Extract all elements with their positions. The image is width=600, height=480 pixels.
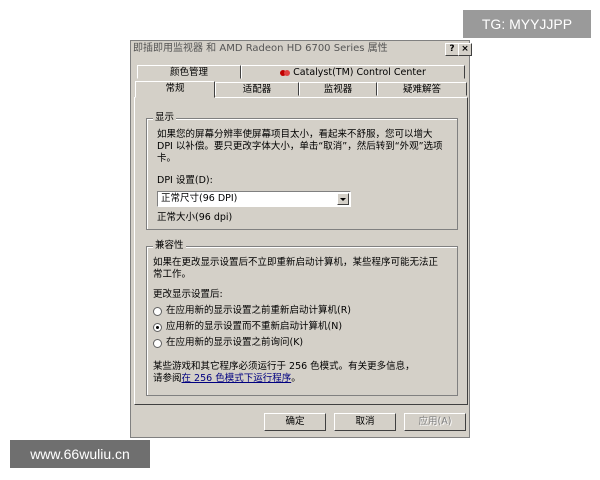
compatibility-description: 如果在更改显示设置后不立即重新启动计算机，某些程序可能无法正常工作。 [153,257,439,280]
dpi-selected-value: 正常尺寸(96 DPI) [161,193,238,204]
footer-prefix: 请参阅 [153,373,182,384]
display-group: 显示 如果您的屏幕分辨率使屏幕项目太小，看起来不舒服，您可以增大 DPI 以补偿… [146,112,458,230]
cancel-button[interactable]: 取消 [334,413,396,431]
display-description: 如果您的屏幕分辨率使屏幕项目太小，看起来不舒服，您可以增大 DPI 以补偿。要只… [157,129,443,164]
dpi-select[interactable]: 正常尺寸(96 DPI) [157,191,351,207]
general-tab-panel: 显示 如果您的屏幕分辨率使屏幕项目太小，看起来不舒服，您可以增大 DPI 以补偿… [134,97,468,405]
tab-label: 监视器 [323,84,353,95]
close-button[interactable]: × [458,43,472,56]
tab-color-management[interactable]: 颜色管理 [137,65,241,79]
option-ask-before-apply-label[interactable]: 在应用新的显示设置之前询问(K) [166,337,303,349]
tab-troubleshoot[interactable]: 疑难解答 [377,82,467,96]
ok-button[interactable]: 确定 [264,413,326,431]
apply-button[interactable]: 应用(A) [404,413,466,431]
tab-label: 颜色管理 [169,67,208,78]
tab-label: 适配器 [242,84,272,95]
display-group-title: 显示 [153,112,177,124]
radio-apply-without-restart[interactable] [153,323,162,332]
option-restart-before-apply-label[interactable]: 在应用新的显示设置之前重新启动计算机(R) [166,305,351,317]
run-256-color-link[interactable]: 在 256 色模式下运行程序 [182,373,292,384]
radio-ask-before-apply[interactable] [153,339,162,348]
chevron-down-icon[interactable] [337,193,349,205]
display-properties-dialog: 即插即用监视器 和 AMD Radeon HD 6700 Series 属性 ?… [130,40,472,438]
tab-monitor[interactable]: 监视器 [299,82,377,96]
footer-line: 请参阅在 256 色模式下运行程序。 [153,373,301,385]
dpi-note: 正常大小(96 dpi) [157,212,233,223]
tab-general[interactable]: 常规 [135,81,215,98]
radio-restart-before-apply[interactable] [153,307,162,316]
tab-adapter[interactable]: 适配器 [215,82,299,96]
compatibility-group: 兼容性 如果在更改显示设置后不立即重新启动计算机，某些程序可能无法正常工作。 更… [146,240,458,396]
footer-suffix: 。 [291,373,301,384]
footer-text: 某些游戏和其它程序必须运行于 256 色模式。有关更多信息， [153,361,415,372]
tab-label: 常规 [165,83,185,94]
watermark-top-right: TG: MYYJJPP [463,10,591,38]
tab-label: 疑难解答 [402,84,441,95]
dialog-title: 即插即用监视器 和 AMD Radeon HD 6700 Series 属性 [131,41,469,57]
tab-catalyst-control-center[interactable]: Catalyst(TM) Control Center [241,65,465,79]
option-apply-without-restart-label[interactable]: 应用新的显示设置而不重新启动计算机(N) [166,321,342,333]
watermark-bottom-left: www.66wuliu.cn [10,440,150,468]
dpi-label: DPI 设置(D): [157,175,213,186]
after-change-label: 更改显示设置后: [153,289,223,300]
tab-label: Catalyst(TM) Control Center [293,67,426,78]
compatibility-group-title: 兼容性 [153,240,186,252]
help-button[interactable]: ? [445,43,459,56]
ati-catalyst-icon [280,69,291,76]
